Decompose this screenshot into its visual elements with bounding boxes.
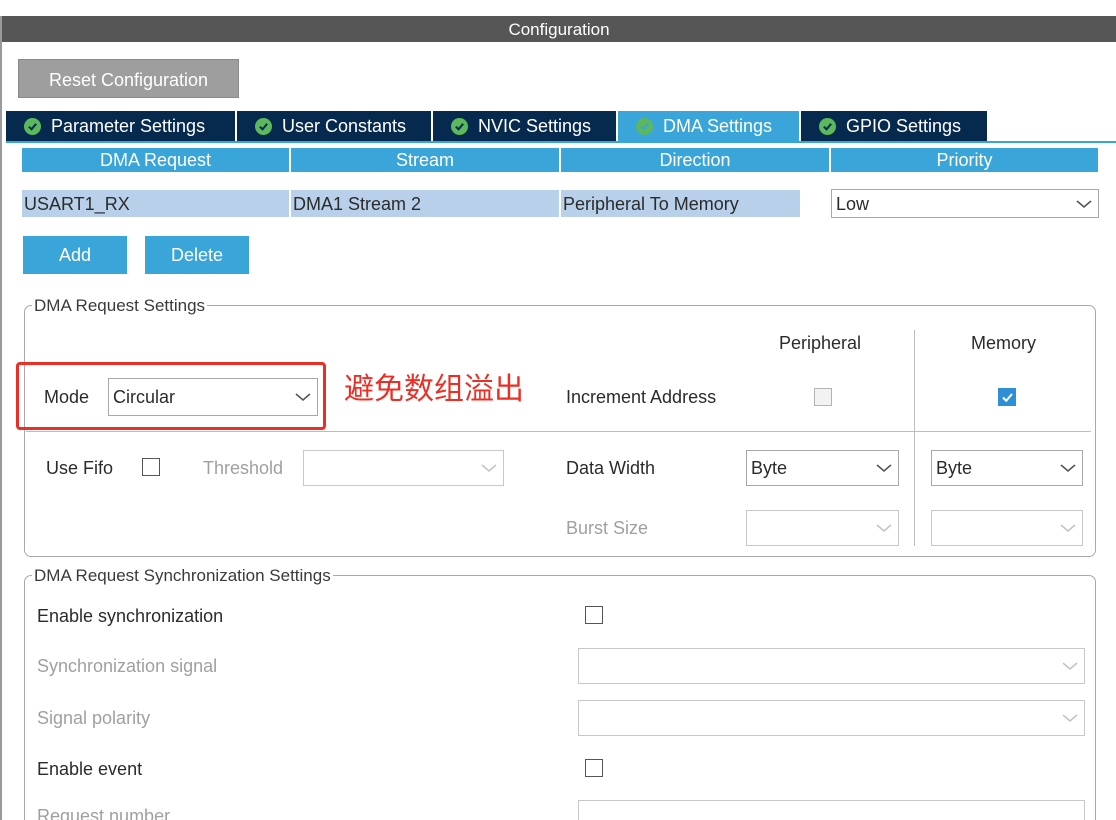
data-width-peripheral-value: Byte [751,458,788,478]
peripheral-column-header: Peripheral [779,333,862,353]
cell-dma-request[interactable]: USART1_RX [22,190,289,217]
column-header-dma-request[interactable]: DMA Request [22,148,289,172]
checkmark-icon [1001,392,1013,402]
synchronization-signal-select[interactable] [578,648,1085,684]
window-title: Configuration [2,16,1116,42]
increment-peripheral-checkbox[interactable] [814,388,832,406]
delete-button[interactable]: Delete [145,236,249,274]
chevron-down-icon [876,524,892,533]
priority-value: Low [836,193,870,214]
check-circle-icon [451,117,468,135]
data-width-peripheral-select[interactable]: Byte [746,450,899,486]
enable-event-label: Enable event [37,759,143,779]
enable-synchronization-label: Enable synchronization [37,606,224,626]
annotation-highlight-box [16,362,326,430]
burst-memory-select[interactable] [931,510,1083,546]
enable-event-checkbox[interactable] [585,759,603,777]
increment-address-label: Increment Address [566,387,717,407]
column-header-direction[interactable]: Direction [561,148,829,172]
tab-nvic-settings[interactable]: NVIC Settings [433,111,616,141]
chevron-down-icon [481,464,497,473]
tab-label: NVIC Settings [478,115,592,136]
priority-select[interactable]: Low [831,189,1099,218]
memory-column-header: Memory [971,333,1037,353]
request-number-label: Request number [37,806,171,820]
tab-user-constants[interactable]: User Constants [237,111,431,141]
settings-tabs: Parameter Settings User Constants NVIC S… [6,111,989,141]
chevron-down-icon [1060,524,1076,533]
burst-size-label: Burst Size [566,518,649,538]
threshold-label: Threshold [203,458,284,478]
tab-label: DMA Settings [663,115,773,136]
use-fifo-checkbox[interactable] [142,458,160,476]
signal-polarity-label: Signal polarity [37,708,151,728]
tab-gpio-settings[interactable]: GPIO Settings [801,111,987,141]
chevron-down-icon [1062,714,1078,723]
increment-memory-checkbox[interactable] [998,388,1016,406]
section-divider [26,431,1091,432]
dma-table-header: DMA Request Stream Direction Priority [22,148,1100,172]
threshold-select[interactable] [303,450,504,486]
tab-dma-settings[interactable]: DMA Settings [618,111,799,141]
use-fifo-label: Use Fifo [46,458,114,478]
signal-polarity-select[interactable] [578,700,1085,736]
add-button[interactable]: Add [23,236,127,274]
tab-underline [6,141,1116,143]
chevron-down-icon [876,464,892,473]
request-number-field[interactable] [578,800,1085,820]
cell-direction[interactable]: Peripheral To Memory [561,190,800,217]
check-circle-icon [24,117,41,135]
tab-label: User Constants [282,115,407,136]
chevron-down-icon [1060,464,1076,473]
dma-request-settings-legend: DMA Request Settings [32,296,208,316]
column-header-priority[interactable]: Priority [831,148,1098,172]
tab-label: Parameter Settings [51,115,206,136]
data-width-label: Data Width [566,458,656,478]
cell-stream[interactable]: DMA1 Stream 2 [291,190,559,217]
burst-peripheral-select[interactable] [746,510,899,546]
data-width-memory-value: Byte [936,458,973,478]
check-circle-icon [255,117,272,135]
data-width-memory-select[interactable]: Byte [931,450,1083,486]
dma-sync-settings-legend: DMA Request Synchronization Settings [32,566,333,586]
reset-configuration-button[interactable]: Reset Configuration [18,59,239,98]
window-left-border [0,16,2,820]
table-row[interactable]: USART1_RX DMA1 Stream 2 Peripheral To Me… [22,190,802,217]
check-circle-icon [819,117,836,135]
chevron-down-icon [1062,662,1078,671]
synchronization-signal-label: Synchronization signal [37,656,218,676]
chevron-down-icon [1076,199,1092,208]
tab-label: GPIO Settings [846,115,962,136]
tab-parameter-settings[interactable]: Parameter Settings [6,111,235,141]
enable-synchronization-checkbox[interactable] [585,606,603,624]
annotation-text: 避免数组溢出 [344,372,524,407]
check-circle-icon [636,117,653,135]
column-divider [914,330,915,546]
column-header-stream[interactable]: Stream [291,148,559,172]
